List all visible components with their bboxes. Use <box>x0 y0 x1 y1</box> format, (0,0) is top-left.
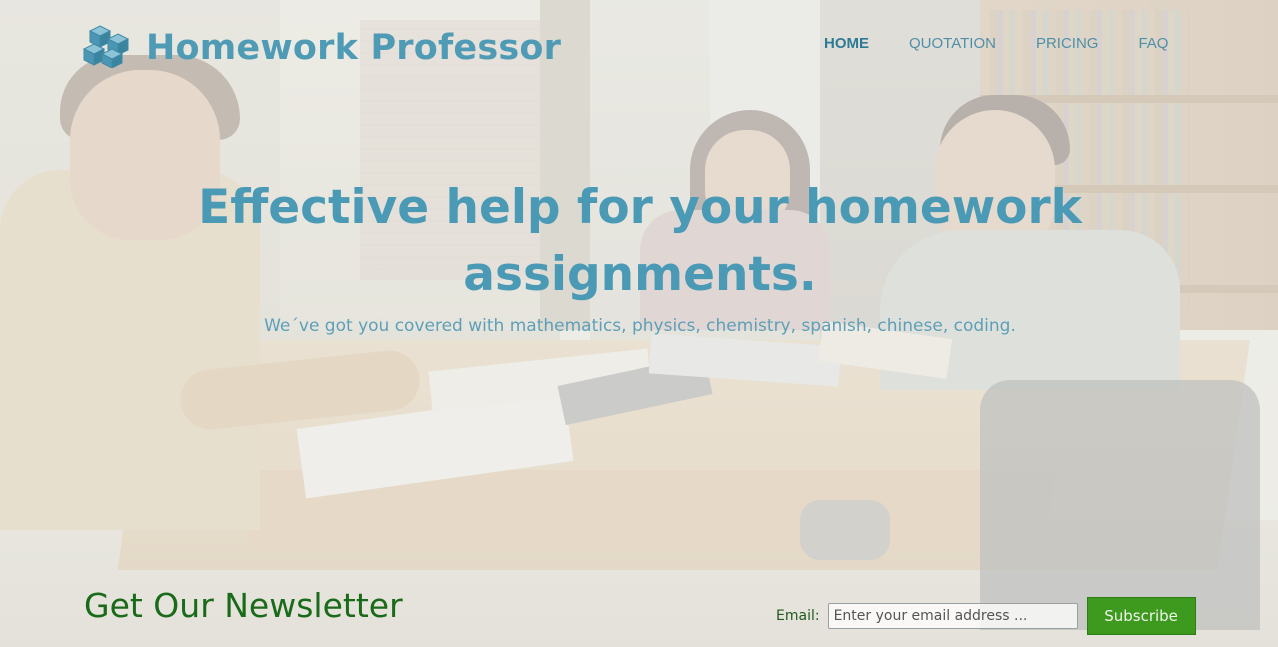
newsletter-heading: Get Our Newsletter <box>84 586 403 625</box>
nav-pricing[interactable]: PRICING <box>1036 35 1099 52</box>
cubes-icon <box>82 24 134 72</box>
nav-home[interactable]: HOME <box>824 35 869 52</box>
subscribe-button[interactable]: Subscribe <box>1086 597 1196 635</box>
hero-title: Effective help for your homework assignm… <box>198 180 1082 302</box>
brand-name: Homework Professor <box>146 28 562 68</box>
main-nav: HOME QUOTATION PRICING FAQ <box>824 35 1208 52</box>
email-label: Email: <box>776 608 820 624</box>
email-field[interactable] <box>827 603 1078 629</box>
page: Homework Professor HOME QUOTATION PRICIN… <box>0 0 1278 647</box>
newsletter-form: Email: Subscribe <box>776 597 1196 635</box>
brand-link[interactable]: Homework Professor <box>82 24 561 72</box>
hero-subtitle: We´ve got you covered with mathematics, … <box>264 316 1016 336</box>
nav-quotation[interactable]: QUOTATION <box>909 35 996 52</box>
nav-faq[interactable]: FAQ <box>1138 35 1168 52</box>
